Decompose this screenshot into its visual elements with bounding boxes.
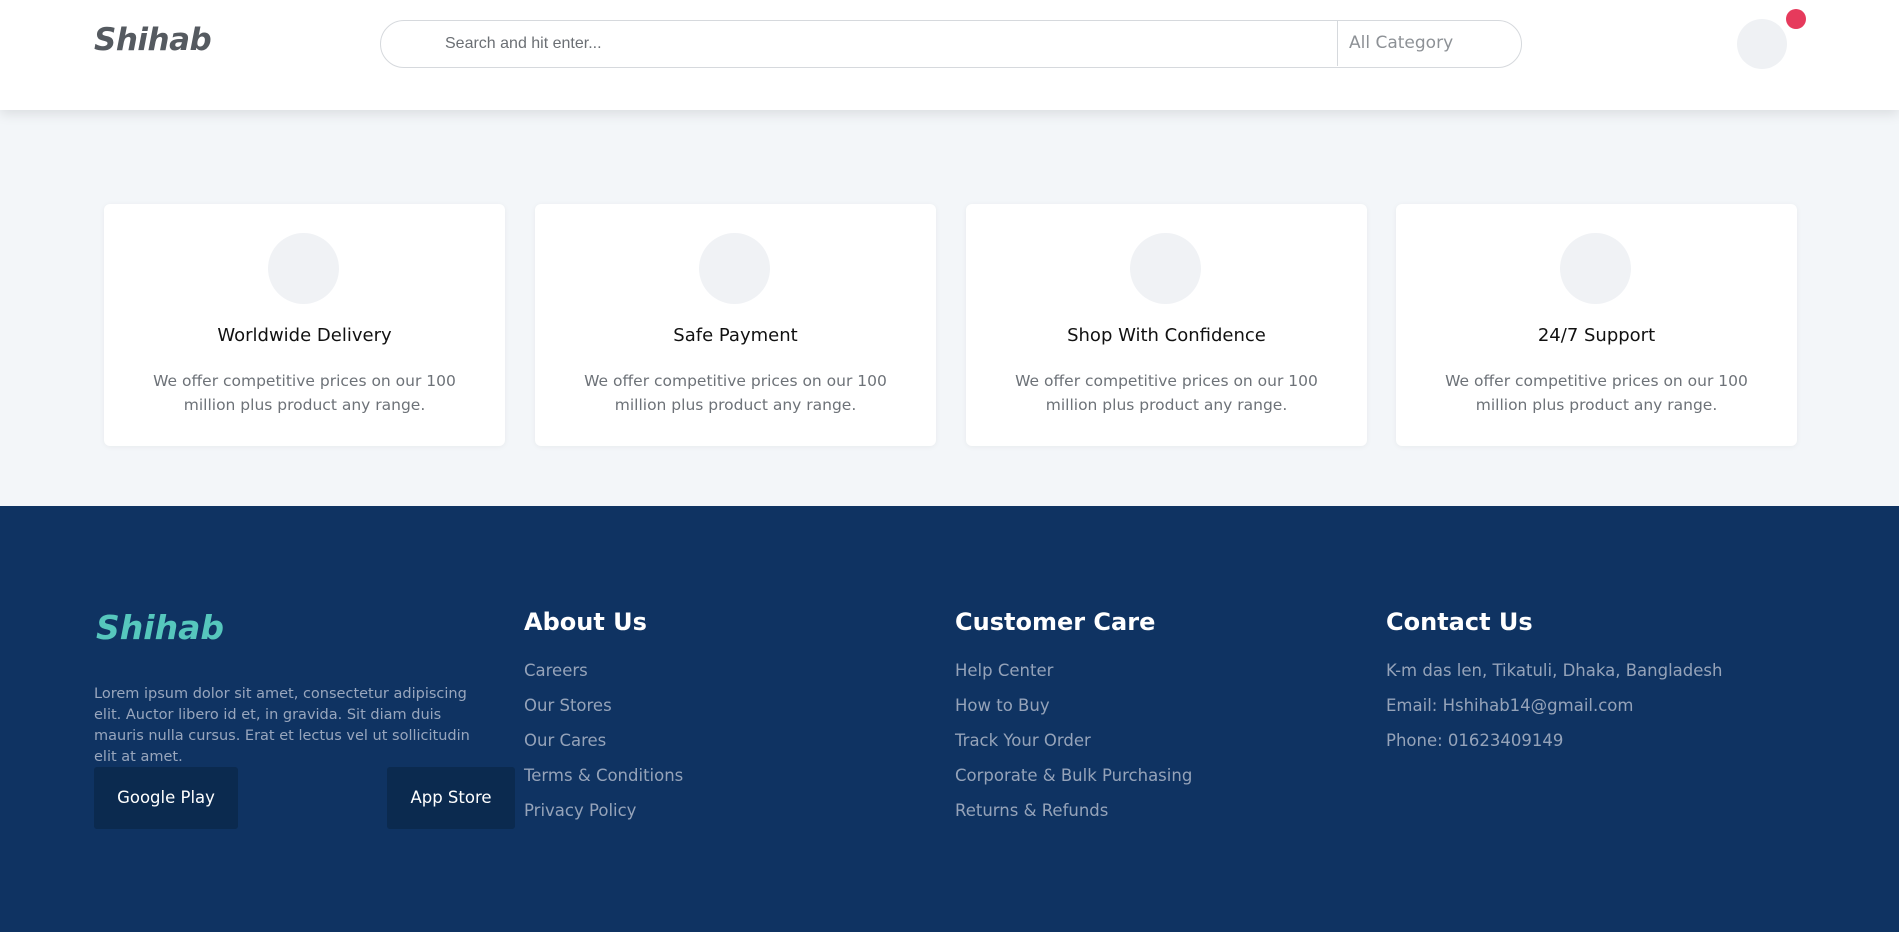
link-returns[interactable]: Returns & Refunds [955,793,1192,828]
link-how-to-buy[interactable]: How to Buy [955,688,1192,723]
footer-logo[interactable]: Shihab [96,608,224,647]
feature-text: We offer competitive prices on our 100 m… [153,372,456,414]
category-select[interactable]: All Category [1337,21,1521,66]
cart-badge [1786,9,1806,29]
feature-text: We offer competitive prices on our 100 m… [1015,372,1318,414]
contact-column: Contact Us K-m das len, Tikatuli, Dhaka,… [1386,608,1722,758]
contact-title: Contact Us [1386,608,1533,636]
feature-title: 24/7 Support [1537,325,1656,346]
feature-text: We offer competitive prices on our 100 m… [584,372,887,414]
search-bar: All Category [380,20,1522,68]
feature-card-payment: Safe Payment We offer competitive prices… [535,204,936,446]
feature-card-delivery: Worldwide Delivery We offer competitive … [104,204,505,446]
customer-care-column: Customer Care Help Center How to Buy Tra… [955,608,1192,828]
confidence-icon [1130,233,1201,304]
contact-phone: Phone: 01623409149 [1386,731,1564,750]
link-corporate[interactable]: Corporate & Bulk Purchasing [955,758,1192,793]
site-header: Shihab All Category [0,0,1899,110]
feature-title: Safe Payment [673,325,798,346]
payment-icon [699,233,770,304]
contact-address: K-m das len, Tikatuli, Dhaka, Bangladesh [1386,661,1723,680]
about-column: About Us Careers Our Stores Our Cares Te… [524,608,683,828]
cart-icon[interactable] [1737,19,1787,69]
link-track-order[interactable]: Track Your Order [955,723,1192,758]
google-play-button[interactable]: Google Play [94,767,238,829]
about-title: About Us [524,608,647,636]
feature-card-support: 24/7 Support We offer competitive prices… [1396,204,1797,446]
link-our-stores[interactable]: Our Stores [524,688,683,723]
link-our-cares[interactable]: Our Cares [524,723,683,758]
delivery-icon [268,233,339,304]
feature-text: We offer competitive prices on our 100 m… [1445,372,1748,414]
support-icon [1560,233,1631,304]
site-footer: Shihab Lorem ipsum dolor sit amet, conse… [0,506,1899,932]
app-store-button[interactable]: App Store [387,767,515,829]
link-privacy[interactable]: Privacy Policy [524,793,683,828]
features-section: Worldwide Delivery We offer competitive … [0,110,1899,506]
feature-title: Worldwide Delivery [217,325,392,346]
feature-card-confidence: Shop With Confidence We offer competitiv… [966,204,1367,446]
link-careers[interactable]: Careers [524,653,683,688]
customer-care-title: Customer Care [955,608,1156,636]
search-input[interactable] [445,33,1245,55]
link-help-center[interactable]: Help Center [955,653,1192,688]
link-terms[interactable]: Terms & Conditions [524,758,683,793]
contact-email: Email: Hshihab14@gmail.com [1386,696,1634,715]
site-logo[interactable]: Shihab [94,22,212,58]
footer-description: Lorem ipsum dolor sit amet, consectetur … [94,686,470,765]
feature-title: Shop With Confidence [1067,325,1266,346]
